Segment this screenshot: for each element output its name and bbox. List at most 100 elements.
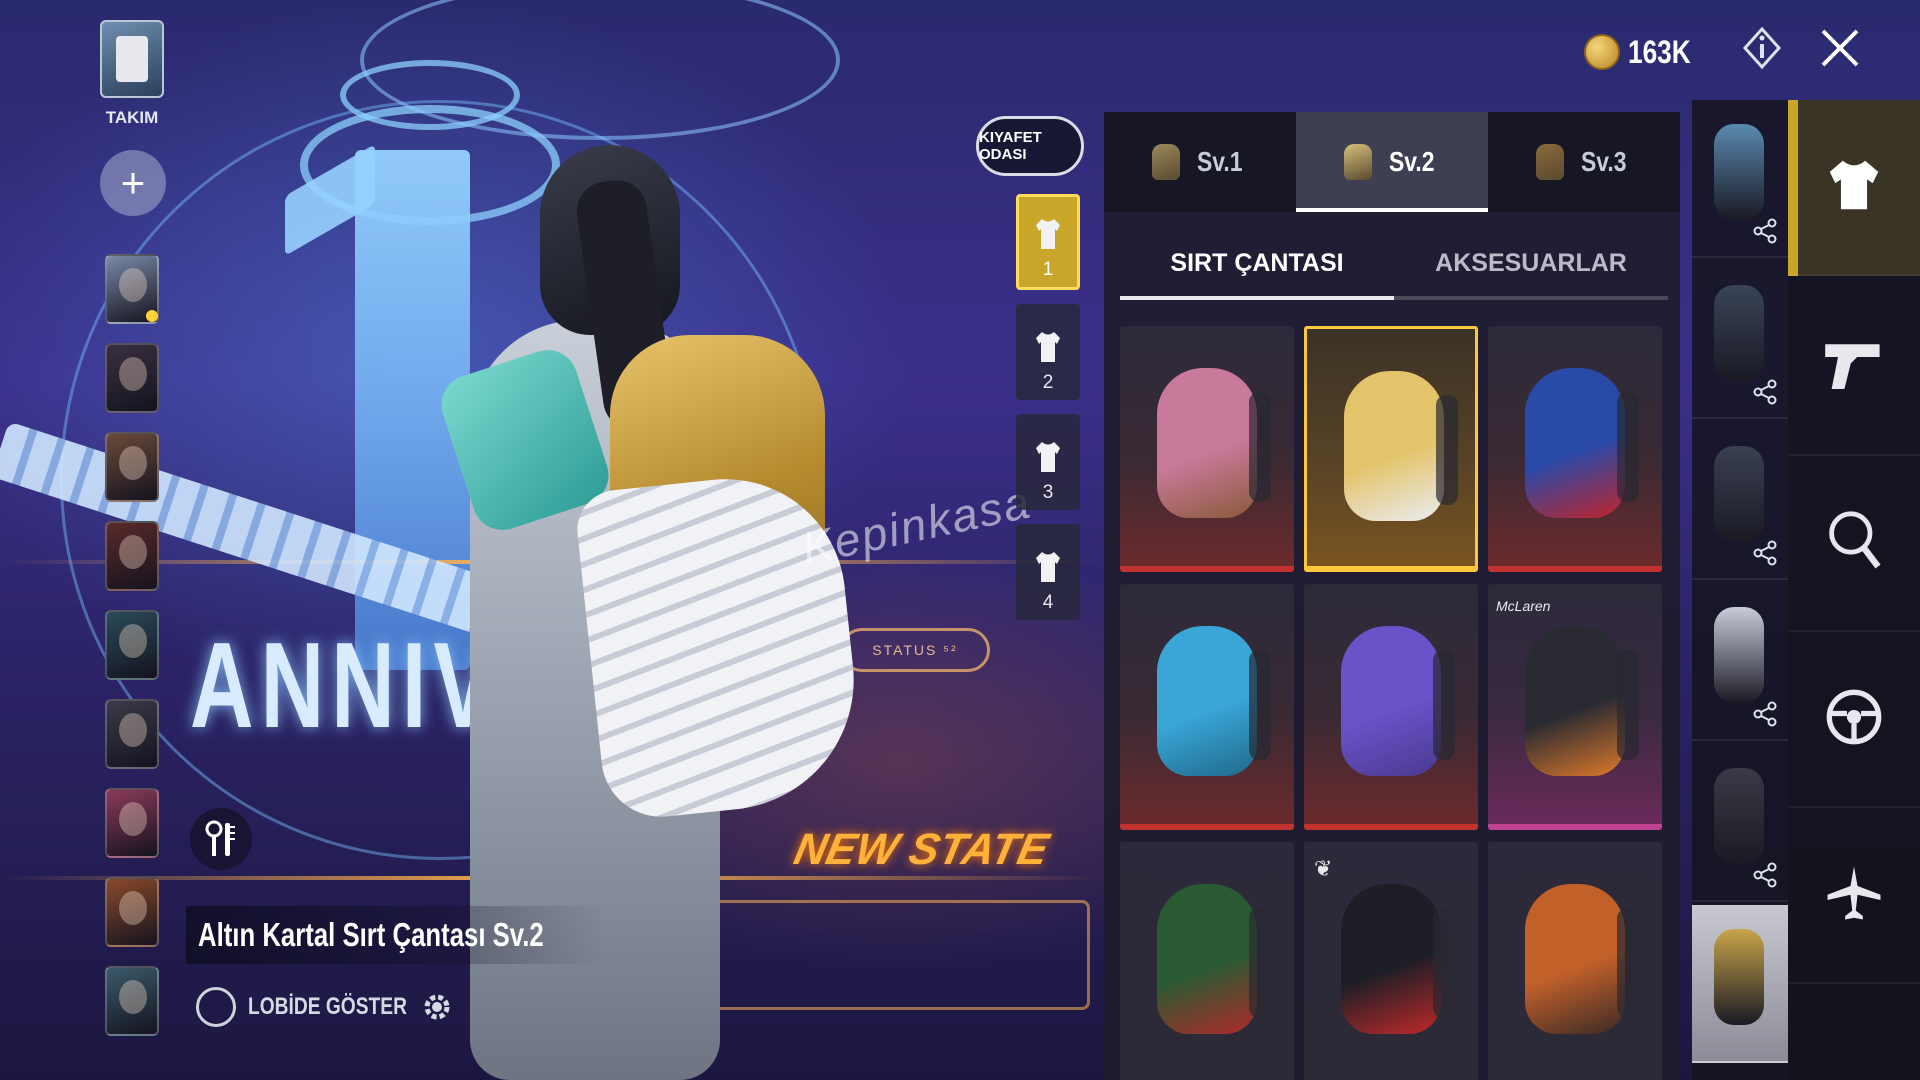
preview-outfit-dark[interactable] <box>1692 261 1788 419</box>
brush-comb-icon <box>205 820 235 856</box>
preview-outfit-armor[interactable] <box>1692 100 1788 258</box>
preview-outfit-dark-2[interactable] <box>1692 422 1788 580</box>
outfit-slot-number: 3 <box>1042 482 1054 503</box>
online-status-dot <box>146 310 158 322</box>
category-pan[interactable] <box>1788 456 1920 632</box>
currency-value: 163K <box>1628 33 1691 70</box>
neon-frame <box>680 900 1090 1010</box>
info-button[interactable] <box>1738 24 1786 72</box>
wing-badge-icon: ❦ <box>1314 856 1333 881</box>
coin-icon <box>1584 34 1620 70</box>
category-sub-tabs: SIRT ÇANTASI AKSESUARLAR <box>1120 230 1668 300</box>
preview-pants-dark-image <box>1714 768 1764 864</box>
reindeer-backpack-image <box>1157 884 1271 1034</box>
show-in-lobby-row: LOBİDE GÖSTER <box>196 984 454 1030</box>
tab-accessories[interactable]: AKSESUARLAR <box>1394 230 1668 296</box>
item-name-banner: Altın Kartal Sırt Çantası Sv.2 <box>186 906 606 964</box>
diamond-info-icon <box>1742 26 1782 70</box>
show-in-lobby-label: LOBİDE GÖSTER <box>248 993 407 1020</box>
outfit-slot-4[interactable]: 4 <box>1016 524 1080 620</box>
tab-level-2[interactable]: Sv.2 <box>1296 112 1488 212</box>
friend-avatar[interactable] <box>105 966 159 1036</box>
backpack-thumbnail-icon <box>1152 144 1181 180</box>
outfit-slot-number: 4 <box>1042 592 1054 613</box>
preview-backpack-gold[interactable] <box>1692 905 1788 1063</box>
purple-bear-backpack-image <box>1341 626 1455 776</box>
share-icon[interactable] <box>1752 701 1778 727</box>
steering-wheel-icon <box>1824 687 1884 752</box>
mclaren-backpack-image <box>1525 626 1639 776</box>
gear-icon[interactable] <box>420 990 454 1024</box>
level-tabs: Sv.1 Sv.2 Sv.3 <box>1104 112 1680 212</box>
category-airplane[interactable] <box>1788 808 1920 984</box>
team-emblem[interactable] <box>100 20 164 98</box>
shirt-icon <box>1033 217 1063 251</box>
friend-avatar[interactable] <box>105 877 159 947</box>
backpack-thumbnail-icon <box>1344 144 1373 180</box>
winged-black-backpack-image <box>1341 884 1455 1034</box>
equipped-preview-column <box>1692 100 1788 1080</box>
category-column <box>1788 100 1920 1080</box>
category-steering-wheel[interactable] <box>1788 632 1920 808</box>
friend-avatar[interactable] <box>105 521 159 591</box>
status-sign: STATUS ⁵² <box>840 628 990 672</box>
category-shirt[interactable] <box>1788 100 1920 276</box>
outfit-slot-3[interactable]: 3 <box>1016 414 1080 510</box>
friend-avatar[interactable] <box>105 610 159 680</box>
preview-outfit-dark-2-image <box>1714 446 1764 542</box>
friend-avatar[interactable] <box>105 343 159 413</box>
outfit-slot-number: 2 <box>1042 372 1054 393</box>
outfit-room-button[interactable]: KIYAFET ODASI <box>976 116 1084 176</box>
item-card-mclaren-backpack[interactable]: McLaren <box>1488 584 1662 830</box>
close-icon <box>1821 29 1859 67</box>
currency-display: 163K <box>1584 30 1705 74</box>
golden-eagle-backpack-image <box>1344 371 1458 521</box>
tab-level-label: Sv.1 <box>1197 146 1243 177</box>
show-in-lobby-toggle[interactable] <box>196 987 236 1027</box>
close-button[interactable] <box>1816 24 1864 72</box>
item-card-purple-bear-backpack[interactable] <box>1304 584 1478 830</box>
item-card-pumpkin-backpack[interactable] <box>1488 842 1662 1080</box>
outfit-slot-2[interactable]: 2 <box>1016 304 1080 400</box>
item-card-golden-eagle-backpack[interactable] <box>1304 326 1478 572</box>
item-grid: McLaren ❦ <box>1120 326 1666 1080</box>
item-card-ice-cream-backpack[interactable] <box>1120 326 1294 572</box>
tab-level-1[interactable]: Sv.1 <box>1104 112 1296 212</box>
customize-tools-button[interactable] <box>190 808 252 870</box>
pistol-icon <box>1822 337 1886 398</box>
tab-level-label: Sv.2 <box>1389 146 1435 177</box>
item-card-reindeer-backpack[interactable] <box>1120 842 1294 1080</box>
add-friend-button[interactable]: + <box>100 150 166 216</box>
shirt-icon <box>1826 157 1882 218</box>
share-icon[interactable] <box>1752 218 1778 244</box>
share-icon[interactable] <box>1752 379 1778 405</box>
backpack-thumbnail-icon <box>1536 144 1565 180</box>
preview-pants-white[interactable] <box>1692 583 1788 741</box>
item-name: Altın Kartal Sırt Çantası Sv.2 <box>198 916 544 953</box>
preview-backpack-gold-image <box>1714 929 1764 1025</box>
share-icon[interactable] <box>1752 862 1778 888</box>
item-panel: Sv.1 Sv.2 Sv.3 SIRT ÇANTASI AKSESUARLAR McL… <box>1104 112 1680 1080</box>
item-card-winged-black-backpack[interactable]: ❦ <box>1304 842 1478 1080</box>
friend-avatar[interactable] <box>105 699 159 769</box>
pumpkin-backpack-image <box>1525 884 1639 1034</box>
tab-level-label: Sv.3 <box>1581 146 1627 177</box>
preview-pants-white-image <box>1714 607 1764 703</box>
shirt-icon <box>1033 440 1063 474</box>
category-pistol[interactable] <box>1788 280 1920 456</box>
preview-pants-dark[interactable] <box>1692 744 1788 902</box>
outfit-slot-1[interactable]: 1 <box>1016 194 1080 290</box>
shield-backpack-image <box>1525 368 1639 518</box>
tab-backpack[interactable]: SIRT ÇANTASI <box>1120 230 1394 300</box>
team-label: TAKIM <box>105 108 159 127</box>
share-icon[interactable] <box>1752 540 1778 566</box>
item-card-shield-backpack[interactable] <box>1488 326 1662 572</box>
ice-cream-backpack-image <box>1157 368 1271 518</box>
friend-avatar[interactable] <box>105 788 159 858</box>
spiked-blue-backpack-image <box>1157 626 1271 776</box>
friend-avatar[interactable] <box>105 432 159 502</box>
item-card-spiked-blue-backpack[interactable] <box>1120 584 1294 830</box>
preview-outfit-armor-image <box>1714 124 1764 220</box>
outfit-slot-number: 1 <box>1042 259 1054 280</box>
tab-level-3[interactable]: Sv.3 <box>1488 112 1680 212</box>
